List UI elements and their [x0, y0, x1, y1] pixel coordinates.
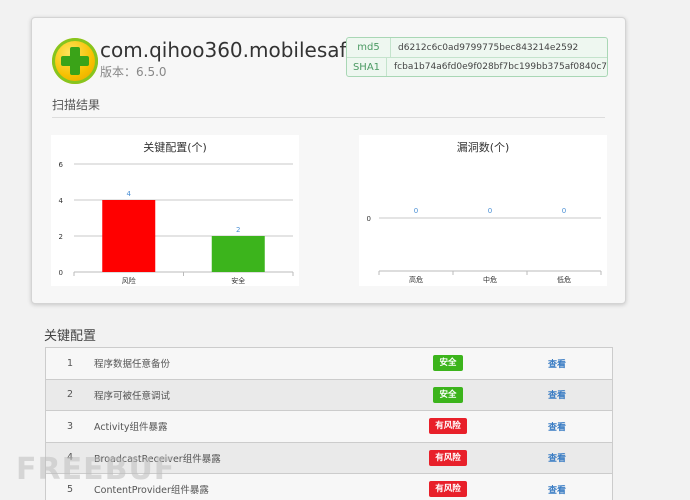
- status-badge: 有风险: [429, 449, 467, 466]
- x-tick-label: 中危: [483, 275, 497, 284]
- chart-title: 关键配置(个): [143, 140, 207, 154]
- y-tick-label: 6: [59, 161, 64, 169]
- data-label: 2: [236, 226, 240, 234]
- view-link[interactable]: 查看: [502, 357, 612, 370]
- y-tick-label: 4: [59, 197, 64, 205]
- data-label: 0: [414, 207, 418, 215]
- y-tick-label: 0: [367, 215, 371, 223]
- status-cell: 安全: [394, 386, 502, 403]
- y-tick-label: 0: [59, 269, 63, 277]
- status-badge: 有风险: [429, 481, 467, 498]
- status-badge: 有风险: [429, 418, 467, 435]
- y-tick-label: 2: [59, 233, 63, 241]
- view-link[interactable]: 查看: [502, 451, 612, 464]
- chart-title: 漏洞数(个): [457, 141, 510, 154]
- status-cell: 有风险: [394, 449, 502, 466]
- watermark-logo: FREEBUF: [16, 452, 176, 487]
- status-badge: 安全: [433, 386, 463, 403]
- table-row: 3 Activity组件暴露 有风险 查看: [46, 411, 612, 443]
- app-package-name: com.qihoo360.mobilesafe: [100, 38, 359, 62]
- x-tick-label: 安全: [231, 276, 245, 285]
- config-chart: 关键配置(个) 0 2 4 6 4 风险 2 安全: [51, 135, 299, 286]
- table-row: 2 程序可被任意调试 安全 查看: [46, 379, 612, 411]
- config-item-name: 程序可被任意调试: [94, 390, 171, 402]
- hash-key: SHA1: [347, 58, 387, 76]
- config-item-name: Activity组件暴露: [94, 422, 168, 434]
- data-label: 4: [127, 190, 132, 198]
- row-number: 1: [66, 357, 74, 369]
- view-link[interactable]: 查看: [502, 483, 612, 496]
- hash-value: fcba1b74a6fd0e9f028bf7bc199bb375af0840c7: [393, 62, 607, 72]
- data-label: 0: [488, 207, 492, 215]
- hash-row-sha1: SHA1 fcba1b74a6fd0e9f028bf7bc199bb375af0…: [347, 57, 607, 76]
- data-label: 0: [562, 207, 566, 215]
- row-number: 2: [66, 389, 74, 401]
- bar-安全: [211, 236, 265, 272]
- divider: [52, 117, 605, 118]
- table-row: 1 程序数据任意备份 安全 查看: [46, 348, 612, 380]
- config-section-title: 关键配置: [44, 329, 97, 344]
- view-link[interactable]: 查看: [502, 388, 612, 401]
- x-tick-label: 风险: [122, 276, 136, 285]
- view-link[interactable]: 查看: [502, 420, 612, 433]
- scan-result-title: 扫描结果: [52, 98, 101, 112]
- app-summary-card: com.qihoo360.mobilesafe 版本：6.5.0 md5 d62…: [31, 17, 626, 304]
- status-cell: 安全: [394, 355, 502, 372]
- hash-key: md5: [347, 38, 391, 57]
- hash-table: md5 d6212c6c0ad9799775bec843214e2592 SHA…: [346, 37, 608, 77]
- status-badge: 安全: [433, 355, 463, 372]
- hash-row-md5: md5 d6212c6c0ad9799775bec843214e2592: [347, 38, 607, 57]
- config-chart-svg: 关键配置(个) 0 2 4 6 4 风险 2 安全: [59, 140, 294, 285]
- hash-value: d6212c6c0ad9799775bec843214e2592: [398, 42, 579, 53]
- status-cell: 有风险: [394, 418, 502, 435]
- status-cell: 有风险: [394, 481, 502, 498]
- app-version: 版本：6.5.0: [100, 65, 167, 79]
- row-number: 3: [66, 420, 74, 432]
- x-tick-label: 低危: [557, 275, 571, 284]
- vuln-chart: 漏洞数(个) 0 0 高危 0 中危 0 低危: [359, 135, 607, 286]
- vuln-chart-svg: 漏洞数(个) 0 0 高危 0 中危 0 低危: [367, 141, 602, 284]
- config-item-name: 程序数据任意备份: [94, 359, 171, 371]
- app-logo-icon: [52, 38, 98, 84]
- bar-风险: [102, 200, 156, 272]
- x-tick-label: 高危: [409, 275, 423, 284]
